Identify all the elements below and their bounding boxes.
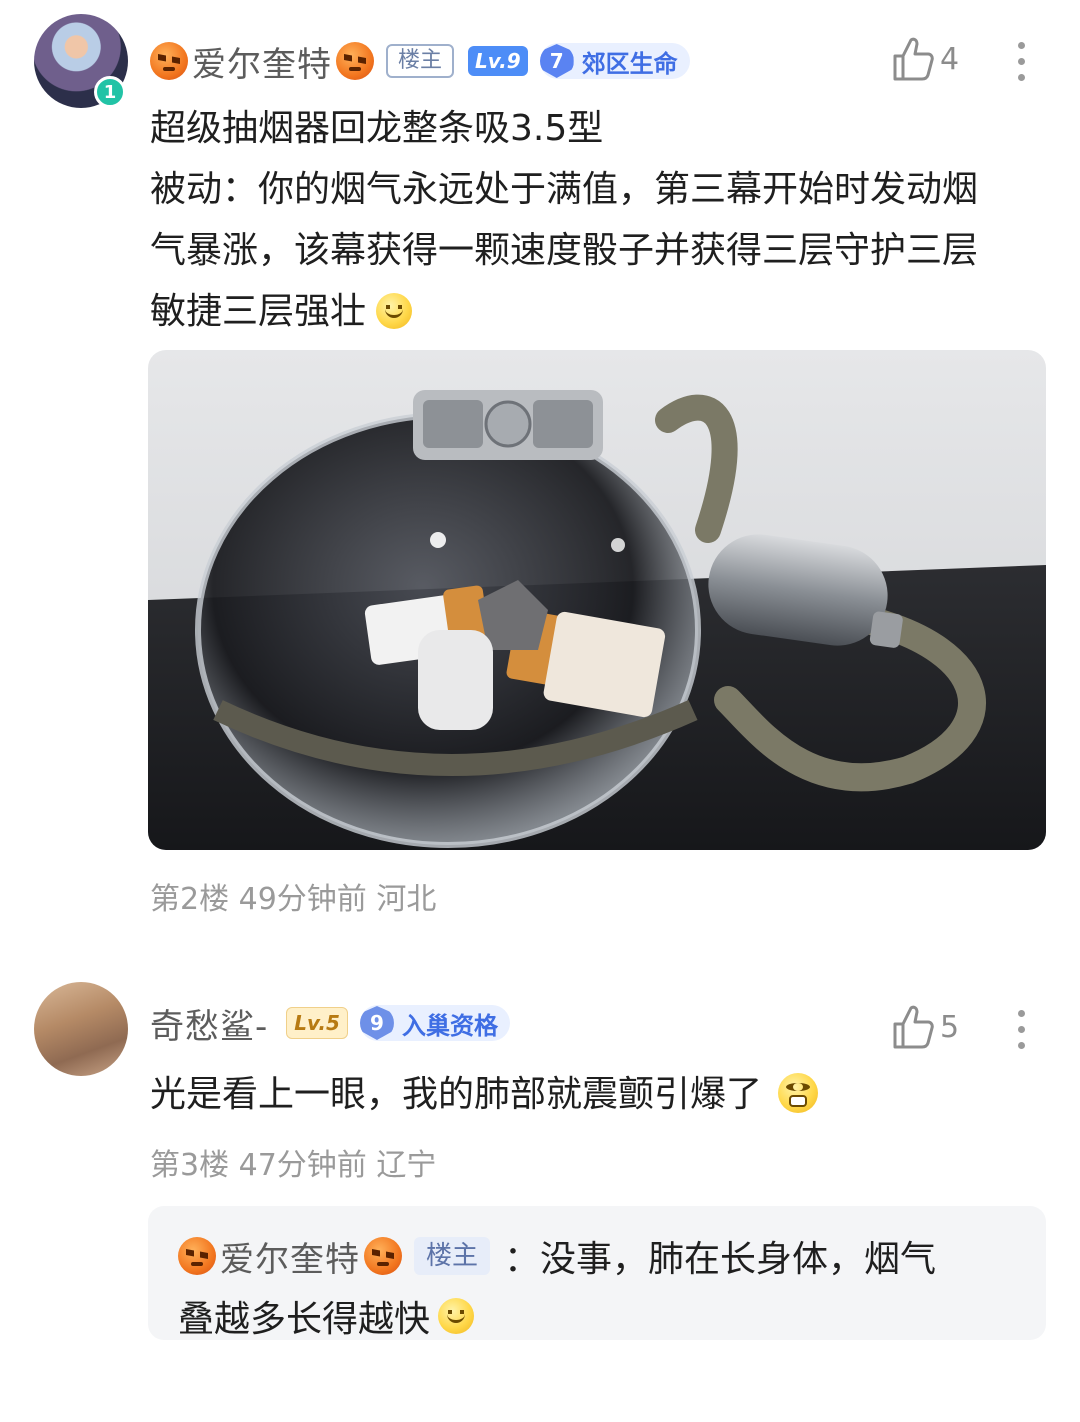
reply-text: 叠越多长得越快 (178, 1299, 431, 1340)
more-options-icon[interactable] (1018, 42, 1026, 90)
like-count: 5 (940, 1009, 960, 1045)
owner-tag: 楼主 (414, 1237, 491, 1275)
username[interactable]: 爱尔奎特 (192, 37, 332, 86)
comment-body: 光是看上一眼，我的肺部就震颤引爆了 (150, 1064, 1050, 1125)
comment-line: 被动：你的烟气永远处于满值，第三幕开始时发动烟 (150, 169, 979, 210)
level-badge: Lv.9 (468, 46, 528, 76)
comment-line: 光是看上一眼，我的肺部就震颤引爆了 (150, 1074, 763, 1115)
like-count: 4 (940, 41, 960, 77)
attached-photo[interactable] (148, 350, 1046, 850)
avatar[interactable] (34, 982, 128, 1076)
angry-emoji-icon (150, 42, 188, 80)
title-badge: 7 郊区生命 (539, 43, 690, 79)
reply-line: 爱尔奎特 楼主 ：没事，肺在长身体，烟气 (178, 1230, 936, 1282)
reply-box[interactable]: 爱尔奎特 楼主 ：没事，肺在长身体，烟气 叠越多长得越快 (148, 1206, 1046, 1340)
smile-emoji-icon (376, 293, 413, 329)
title-badge: 9 入巢资格 (359, 1005, 510, 1041)
owner-tag: 楼主 (386, 44, 455, 78)
reply-username[interactable]: 爱尔奎特 (220, 1232, 360, 1281)
like-button[interactable]: 4 (892, 36, 959, 82)
smile-emoji-icon (438, 1298, 475, 1334)
angry-emoji-icon (178, 1237, 216, 1275)
angry-emoji-icon (336, 42, 374, 80)
comment-line: 敏捷三层强壮 (150, 291, 367, 332)
thumbs-up-icon (893, 1005, 934, 1049)
username[interactable]: 奇愁鲨- (150, 999, 268, 1048)
more-options-icon[interactable] (1018, 1010, 1026, 1058)
reply-text: ：没事，肺在长身体，烟气 (504, 1239, 937, 1280)
comment-header: 奇愁鲨- Lv.5 9 入巢资格 (150, 998, 510, 1048)
angry-emoji-icon (364, 1237, 402, 1275)
comment-header: 爱尔奎特 楼主 Lv.9 7 郊区生命 (150, 36, 690, 86)
level-badge: Lv.5 (286, 1007, 348, 1039)
comment-line: 超级抽烟器回龙整条吸3.5型 (150, 108, 604, 149)
title-number: 9 (359, 1006, 394, 1040)
thumbs-up-icon (893, 37, 934, 81)
title-number: 7 (539, 44, 574, 78)
shocked-emoji-icon (778, 1073, 819, 1113)
comment-meta: 第2楼 49分钟前 河北 (150, 882, 437, 917)
like-button[interactable]: 5 (892, 1004, 959, 1050)
title-text: 入巢资格 (401, 1011, 498, 1040)
reply-line: 叠越多长得越快 (178, 1290, 475, 1342)
title-text: 郊区生命 (581, 49, 678, 78)
comment-line: 气暴涨，该幕获得一颗速度骰子并获得三层守护三层 (150, 230, 979, 271)
avatar-level-badge: 1 (94, 76, 126, 108)
comment-meta: 第3楼 47分钟前 辽宁 (150, 1148, 437, 1183)
comment-body: 超级抽烟器回龙整条吸3.5型 被动：你的烟气永远处于满值，第三幕开始时发动烟 气… (150, 98, 1050, 342)
